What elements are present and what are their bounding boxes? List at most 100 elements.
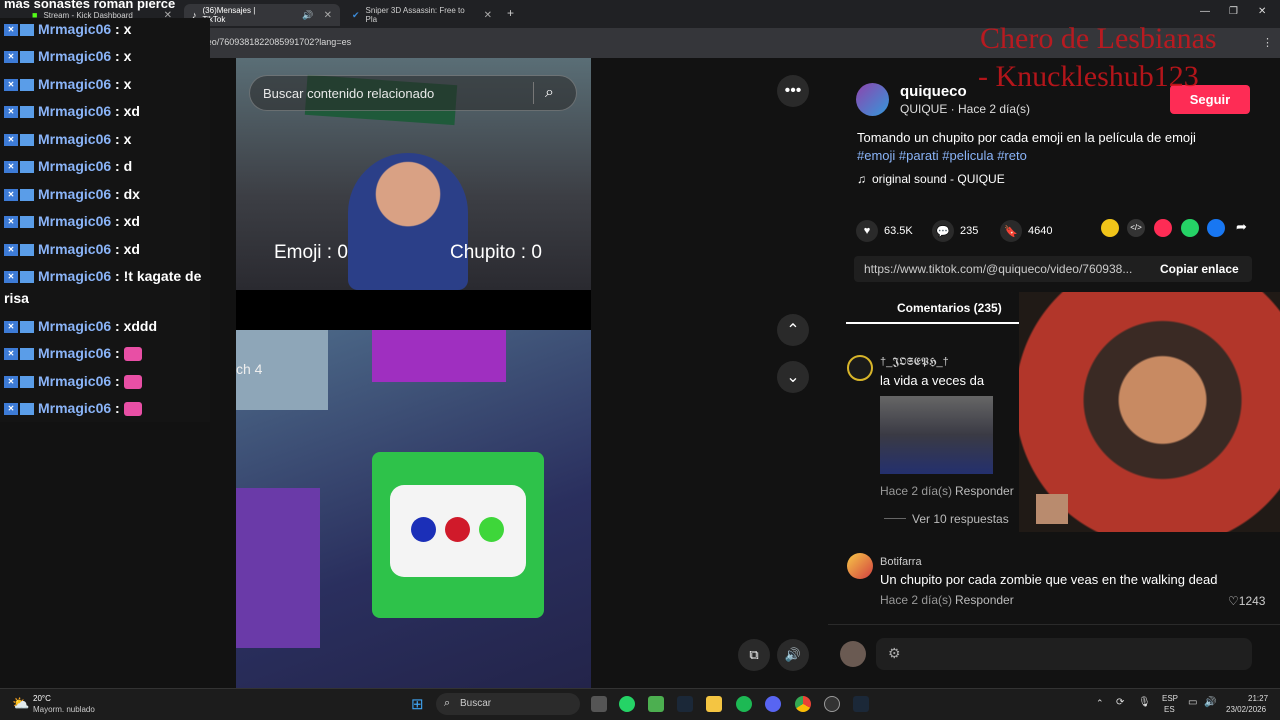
next-video-button[interactable]: ⌄ bbox=[777, 361, 809, 393]
windows-start-icon[interactable]: ⊞ bbox=[411, 695, 424, 713]
chat-username: Mrmagic06 bbox=[38, 103, 112, 119]
chat-username: Mrmagic06 bbox=[38, 213, 112, 229]
author-avatar[interactable] bbox=[856, 83, 889, 116]
mod-badge-icon: ✕ bbox=[4, 348, 18, 361]
post-sound[interactable]: ♫ original sound - QUIQUE bbox=[857, 172, 1005, 186]
sub-badge-icon bbox=[20, 216, 34, 229]
green-dot bbox=[479, 517, 504, 542]
reply-button[interactable]: Responder bbox=[955, 593, 1014, 607]
emoji-counter: Emoji : 0 bbox=[274, 242, 348, 263]
chat-username: Mrmagic06 bbox=[38, 400, 112, 416]
emote-icon bbox=[123, 402, 142, 417]
chat-message: ✕ Mrmagic06 : xd bbox=[4, 210, 210, 232]
comment-image[interactable] bbox=[880, 396, 993, 474]
clock-time[interactable]: 21:27 bbox=[1248, 694, 1268, 703]
comment-username[interactable]: †_𝕵𝕺𝕾𝕰𝕻𝕳_† bbox=[880, 356, 949, 369]
pip-button[interactable]: ⧉ bbox=[738, 639, 770, 671]
save-stat[interactable]: 🔖 4640 bbox=[1000, 220, 1052, 242]
emoji-picker-icon[interactable]: ⚙ bbox=[888, 645, 901, 662]
view-replies-button[interactable]: Ver 10 respuestas bbox=[912, 512, 1009, 526]
comment-text: la vida a veces da bbox=[880, 373, 985, 388]
menu-icon[interactable]: ⋮ bbox=[1262, 36, 1273, 49]
spotify-icon[interactable] bbox=[736, 696, 752, 712]
chat-message: ✕ Mrmagic06 : bbox=[4, 397, 210, 419]
mod-badge-icon: ✕ bbox=[4, 134, 18, 147]
whatsapp-icon[interactable] bbox=[1181, 219, 1199, 237]
display-icon[interactable]: ▭ bbox=[1188, 697, 1197, 708]
more-options-button[interactable]: ••• bbox=[777, 75, 809, 107]
commenter-avatar[interactable] bbox=[847, 553, 873, 579]
close-tab-icon[interactable]: ✕ bbox=[324, 10, 332, 21]
maximize-icon[interactable]: ❐ bbox=[1229, 6, 1238, 17]
weather-icon[interactable]: ⛅ bbox=[12, 695, 29, 712]
author-username[interactable]: quiqueco bbox=[900, 83, 967, 100]
speaker-icon[interactable]: 🔊 bbox=[302, 10, 313, 21]
copy-link-button[interactable]: Copiar enlace bbox=[1160, 262, 1239, 276]
search-placeholder: Buscar contenido relacionado bbox=[263, 86, 435, 101]
reply-button[interactable]: Responder bbox=[955, 484, 1014, 498]
comment-like[interactable]: ♡1243 bbox=[1228, 594, 1265, 608]
discord-icon[interactable] bbox=[765, 696, 781, 712]
chat-message: ✕ Mrmagic06 : x bbox=[4, 45, 210, 67]
github-icon[interactable] bbox=[824, 696, 840, 712]
chrome-icon[interactable] bbox=[795, 696, 811, 712]
search-icon[interactable]: ⌕ bbox=[545, 84, 554, 102]
microphone-icon[interactable]: 🎙 bbox=[1138, 697, 1151, 708]
whatsapp-icon[interactable] bbox=[619, 696, 635, 712]
taskbar-search[interactable]: Buscar bbox=[436, 693, 580, 715]
repost-icon[interactable] bbox=[1101, 219, 1119, 237]
tab-sniper-3d[interactable]: ✔ Sniper 3D Assassin: Free to Pla ✕ bbox=[344, 4, 500, 26]
watermark-line-2: - Knuckleshub123 bbox=[978, 60, 1199, 93]
commenter-avatar[interactable] bbox=[847, 355, 873, 381]
chat-title: mas sonastes roman pierce bbox=[4, 0, 176, 11]
close-window-icon[interactable]: ✕ bbox=[1258, 6, 1266, 17]
chat-username: Mrmagic06 bbox=[38, 21, 112, 37]
post-hashtags[interactable]: #emoji #parati #pelicula #reto bbox=[857, 148, 1027, 163]
steam-icon[interactable] bbox=[677, 696, 693, 712]
minecraft-icon[interactable] bbox=[648, 696, 664, 712]
comment-icon: 💬 bbox=[932, 220, 954, 242]
language-top[interactable]: ESP bbox=[1162, 694, 1178, 703]
sub-badge-icon bbox=[20, 403, 34, 416]
new-tab-button[interactable]: + bbox=[507, 6, 514, 20]
viewer-avatar[interactable] bbox=[840, 641, 866, 667]
taskbar bbox=[0, 688, 1280, 720]
mod-badge-icon: ✕ bbox=[4, 79, 18, 92]
chat-username: Mrmagic06 bbox=[38, 158, 112, 174]
close-tab-icon[interactable]: ✕ bbox=[484, 10, 492, 21]
volume-icon[interactable]: 🔊 bbox=[1204, 697, 1216, 708]
previous-video-button[interactable]: ⌃ bbox=[777, 314, 809, 346]
tab-comments[interactable]: Comentarios (235) bbox=[897, 301, 1002, 315]
comment-stat[interactable]: 💬 235 bbox=[932, 220, 978, 242]
network-icon[interactable]: ⟳ bbox=[1116, 697, 1124, 708]
comment-input[interactable] bbox=[876, 638, 1252, 670]
chat-username: Mrmagic06 bbox=[38, 186, 112, 202]
search-icon: ⌕ bbox=[444, 697, 451, 709]
steam-icon: ✔ bbox=[352, 9, 360, 20]
comment-username[interactable]: Botifarra bbox=[880, 556, 922, 568]
clock-date[interactable]: 23/02/2026 bbox=[1226, 705, 1266, 714]
facebook-icon[interactable] bbox=[1207, 219, 1225, 237]
chat-message: ✕ Mrmagic06 : x bbox=[4, 73, 210, 95]
mod-badge-icon: ✕ bbox=[4, 321, 18, 334]
comment-like-count: 1243 bbox=[1238, 594, 1266, 608]
steam-icon[interactable] bbox=[853, 696, 869, 712]
chat-text: : xddd bbox=[115, 318, 158, 334]
minimize-icon[interactable]: — bbox=[1200, 6, 1210, 17]
send-icon[interactable] bbox=[1154, 219, 1172, 237]
volume-button[interactable]: 🔊 bbox=[777, 639, 809, 671]
comment-text: Un chupito por cada zombie que veas en t… bbox=[880, 572, 1218, 587]
pip-icon: ⧉ bbox=[749, 647, 759, 662]
chat-username: Mrmagic06 bbox=[38, 318, 112, 334]
task-view-icon[interactable] bbox=[591, 696, 607, 712]
folder-icon[interactable] bbox=[706, 696, 722, 712]
share-arrow-icon[interactable]: ➦ bbox=[1236, 219, 1247, 235]
comment-time: Hace 2 día(s) bbox=[880, 484, 953, 498]
chat-text: : bbox=[115, 345, 120, 361]
chevron-up-icon[interactable]: ⌃ bbox=[1096, 698, 1104, 709]
like-stat[interactable]: ♥ 63.5K bbox=[856, 220, 913, 242]
mod-badge-icon: ✕ bbox=[4, 24, 18, 37]
mod-badge-icon: ✕ bbox=[4, 216, 18, 229]
chat-message: ✕ Mrmagic06 : xd bbox=[4, 100, 210, 122]
embed-icon[interactable]: </> bbox=[1127, 219, 1145, 237]
